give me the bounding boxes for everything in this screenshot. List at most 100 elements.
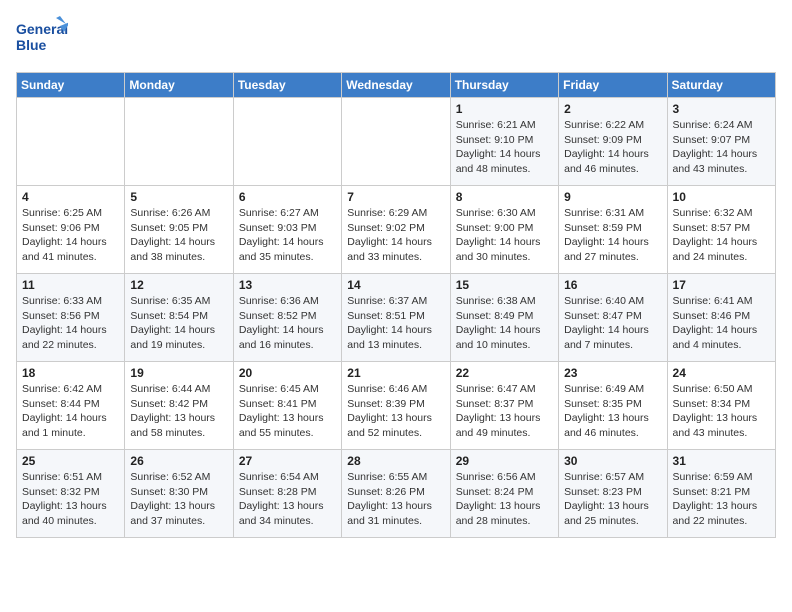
day-number: 31: [673, 454, 770, 468]
calendar-cell: 12 Sunrise: 6:35 AM Sunset: 8:54 PM Dayli…: [125, 274, 233, 362]
calendar-cell: 4 Sunrise: 6:25 AM Sunset: 9:06 PM Daylig…: [17, 186, 125, 274]
calendar-cell: 26Sunrise: 6:52 AM Sunset: 8:30 PM Dayli…: [125, 450, 233, 538]
day-number: 25: [22, 454, 119, 468]
svg-text:General: General: [16, 21, 68, 37]
calendar-cell: 11Sunrise: 6:33 AM Sunset: 8:56 PM Dayli…: [17, 274, 125, 362]
day-info: Sunrise: 6:57 AM Sunset: 8:23 PM Dayligh…: [564, 470, 661, 529]
day-info: Sunrise: 6:31 AM Sunset: 8:59 PM Dayligh…: [564, 206, 661, 265]
day-number: 9: [564, 190, 661, 204]
calendar-cell: 25 Sunrise: 6:51 AM Sunset: 8:32 PM Dayli…: [17, 450, 125, 538]
day-info: Sunrise: 6:44 AM Sunset: 8:42 PM Dayligh…: [130, 382, 227, 441]
day-number: 20: [239, 366, 336, 380]
calendar-week-row: 25 Sunrise: 6:51 AM Sunset: 8:32 PM Dayli…: [17, 450, 776, 538]
weekday-header-wednesday: Wednesday: [342, 73, 450, 98]
day-info: Sunrise: 6:46 AM Sunset: 8:39 PM Dayligh…: [347, 382, 444, 441]
calendar-cell: [17, 98, 125, 186]
calendar-cell: 22 Sunrise: 6:47 AM Sunset: 8:37 PM Dayli…: [450, 362, 558, 450]
day-info: Sunrise: 6:50 AM Sunset: 8:34 PM Dayligh…: [673, 382, 770, 441]
day-number: 30: [564, 454, 661, 468]
weekday-header-friday: Friday: [559, 73, 667, 98]
day-info: Sunrise: 6:35 AM Sunset: 8:54 PM Dayligh…: [130, 294, 227, 353]
day-info: Sunrise: 6:36 AM Sunset: 8:52 PM Dayligh…: [239, 294, 336, 353]
calendar-cell: 27Sunrise: 6:54 AM Sunset: 8:28 PM Dayli…: [233, 450, 341, 538]
day-info: Sunrise: 6:37 AM Sunset: 8:51 PM Dayligh…: [347, 294, 444, 353]
day-info: Sunrise: 6:59 AM Sunset: 8:21 PM Dayligh…: [673, 470, 770, 529]
svg-text:Blue: Blue: [16, 37, 47, 53]
day-number: 19: [130, 366, 227, 380]
calendar-cell: 28 Sunrise: 6:55 AM Sunset: 8:26 PM Dayli…: [342, 450, 450, 538]
logo-graphic: General Blue: [16, 16, 68, 60]
calendar-week-row: 4 Sunrise: 6:25 AM Sunset: 9:06 PM Daylig…: [17, 186, 776, 274]
weekday-header-saturday: Saturday: [667, 73, 775, 98]
day-info: Sunrise: 6:51 AM Sunset: 8:32 PM Dayligh…: [22, 470, 119, 529]
calendar-cell: 5 Sunrise: 6:26 AM Sunset: 9:05 PM Daylig…: [125, 186, 233, 274]
calendar-cell: 6 Sunrise: 6:27 AM Sunset: 9:03 PM Daylig…: [233, 186, 341, 274]
calendar-week-row: 18Sunrise: 6:42 AM Sunset: 8:44 PM Dayli…: [17, 362, 776, 450]
calendar-cell: 8Sunrise: 6:30 AM Sunset: 9:00 PM Daylig…: [450, 186, 558, 274]
weekday-header-thursday: Thursday: [450, 73, 558, 98]
day-number: 29: [456, 454, 553, 468]
weekday-header-tuesday: Tuesday: [233, 73, 341, 98]
day-number: 3: [673, 102, 770, 116]
calendar-cell: 18Sunrise: 6:42 AM Sunset: 8:44 PM Dayli…: [17, 362, 125, 450]
day-number: 16: [564, 278, 661, 292]
calendar-cell: 15Sunrise: 6:38 AM Sunset: 8:49 PM Dayli…: [450, 274, 558, 362]
day-number: 10: [673, 190, 770, 204]
day-info: Sunrise: 6:56 AM Sunset: 8:24 PM Dayligh…: [456, 470, 553, 529]
calendar-cell: 1 Sunrise: 6:21 AM Sunset: 9:10 PM Daylig…: [450, 98, 558, 186]
day-info: Sunrise: 6:33 AM Sunset: 8:56 PM Dayligh…: [22, 294, 119, 353]
calendar-cell: 24 Sunrise: 6:50 AM Sunset: 8:34 PM Dayli…: [667, 362, 775, 450]
calendar-cell: 2Sunrise: 6:22 AM Sunset: 9:09 PM Daylig…: [559, 98, 667, 186]
day-info: Sunrise: 6:41 AM Sunset: 8:46 PM Dayligh…: [673, 294, 770, 353]
day-info: Sunrise: 6:21 AM Sunset: 9:10 PM Dayligh…: [456, 118, 553, 177]
calendar-cell: 17Sunrise: 6:41 AM Sunset: 8:46 PM Dayli…: [667, 274, 775, 362]
calendar-cell: 9 Sunrise: 6:31 AM Sunset: 8:59 PM Daylig…: [559, 186, 667, 274]
day-info: Sunrise: 6:52 AM Sunset: 8:30 PM Dayligh…: [130, 470, 227, 529]
calendar-cell: 29 Sunrise: 6:56 AM Sunset: 8:24 PM Dayli…: [450, 450, 558, 538]
logo-container: General Blue: [16, 16, 68, 60]
calendar-cell: 7 Sunrise: 6:29 AM Sunset: 9:02 PM Daylig…: [342, 186, 450, 274]
day-number: 15: [456, 278, 553, 292]
page-header: General Blue: [16, 16, 776, 60]
weekday-header-sunday: Sunday: [17, 73, 125, 98]
day-number: 13: [239, 278, 336, 292]
calendar-cell: 20Sunrise: 6:45 AM Sunset: 8:41 PM Dayli…: [233, 362, 341, 450]
day-info: Sunrise: 6:47 AM Sunset: 8:37 PM Dayligh…: [456, 382, 553, 441]
day-info: Sunrise: 6:25 AM Sunset: 9:06 PM Dayligh…: [22, 206, 119, 265]
calendar-cell: 13 Sunrise: 6:36 AM Sunset: 8:52 PM Dayli…: [233, 274, 341, 362]
day-number: 24: [673, 366, 770, 380]
day-number: 4: [22, 190, 119, 204]
calendar-cell: 3 Sunrise: 6:24 AM Sunset: 9:07 PM Daylig…: [667, 98, 775, 186]
day-number: 23: [564, 366, 661, 380]
day-number: 27: [239, 454, 336, 468]
day-number: 22: [456, 366, 553, 380]
day-info: Sunrise: 6:27 AM Sunset: 9:03 PM Dayligh…: [239, 206, 336, 265]
day-number: 6: [239, 190, 336, 204]
day-number: 12: [130, 278, 227, 292]
day-info: Sunrise: 6:42 AM Sunset: 8:44 PM Dayligh…: [22, 382, 119, 441]
day-info: Sunrise: 6:26 AM Sunset: 9:05 PM Dayligh…: [130, 206, 227, 265]
day-number: 2: [564, 102, 661, 116]
day-info: Sunrise: 6:40 AM Sunset: 8:47 PM Dayligh…: [564, 294, 661, 353]
day-number: 5: [130, 190, 227, 204]
day-number: 28: [347, 454, 444, 468]
day-info: Sunrise: 6:29 AM Sunset: 9:02 PM Dayligh…: [347, 206, 444, 265]
calendar-week-row: 1 Sunrise: 6:21 AM Sunset: 9:10 PM Daylig…: [17, 98, 776, 186]
calendar-cell: 19 Sunrise: 6:44 AM Sunset: 8:42 PM Dayli…: [125, 362, 233, 450]
day-info: Sunrise: 6:49 AM Sunset: 8:35 PM Dayligh…: [564, 382, 661, 441]
weekday-header-row: SundayMondayTuesdayWednesdayThursdayFrid…: [17, 73, 776, 98]
calendar-cell: 16 Sunrise: 6:40 AM Sunset: 8:47 PM Dayli…: [559, 274, 667, 362]
calendar-cell: 21 Sunrise: 6:46 AM Sunset: 8:39 PM Dayli…: [342, 362, 450, 450]
calendar-cell: 31 Sunrise: 6:59 AM Sunset: 8:21 PM Dayli…: [667, 450, 775, 538]
day-info: Sunrise: 6:55 AM Sunset: 8:26 PM Dayligh…: [347, 470, 444, 529]
calendar-week-row: 11Sunrise: 6:33 AM Sunset: 8:56 PM Dayli…: [17, 274, 776, 362]
day-number: 14: [347, 278, 444, 292]
day-number: 1: [456, 102, 553, 116]
calendar-cell: 30 Sunrise: 6:57 AM Sunset: 8:23 PM Dayli…: [559, 450, 667, 538]
day-number: 21: [347, 366, 444, 380]
day-number: 7: [347, 190, 444, 204]
calendar-cell: 14 Sunrise: 6:37 AM Sunset: 8:51 PM Dayli…: [342, 274, 450, 362]
calendar-cell: [233, 98, 341, 186]
calendar-cell: 23 Sunrise: 6:49 AM Sunset: 8:35 PM Dayli…: [559, 362, 667, 450]
day-info: Sunrise: 6:24 AM Sunset: 9:07 PM Dayligh…: [673, 118, 770, 177]
